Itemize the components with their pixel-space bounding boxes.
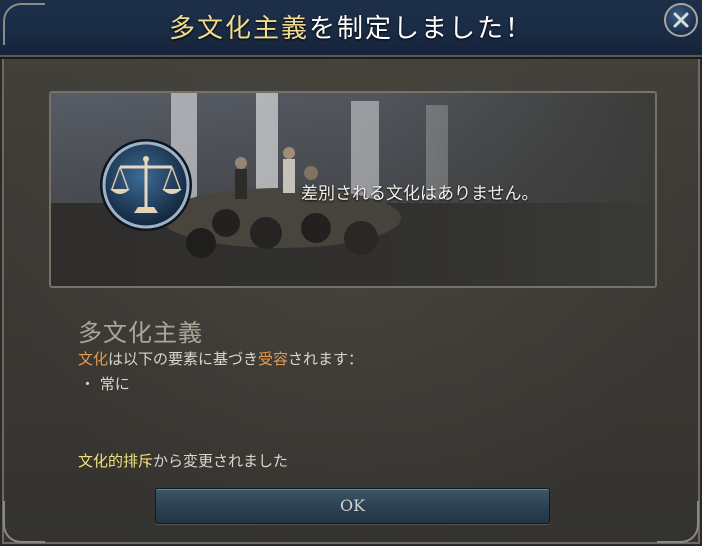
description-text-end: されます： [288, 350, 364, 368]
description-text: は以下の要素に基づき [108, 350, 259, 368]
policy-emblem [98, 137, 194, 233]
frame-corner-ornament [657, 501, 699, 543]
ok-button[interactable]: OK [155, 488, 550, 524]
title-highlight: 多文化主義 [168, 14, 309, 44]
scales-icon [100, 139, 192, 231]
title-rest: を制定しました！ [309, 14, 534, 44]
picture-caption: 差別される文化はありません。 [301, 184, 539, 204]
change-notice: 文化的排斥から変更されました [78, 450, 288, 471]
culture-term: 文化 [78, 350, 109, 368]
close-button[interactable] [664, 3, 698, 37]
policy-name: 多文化主義 [78, 319, 203, 347]
close-icon [673, 12, 689, 28]
dialog-title: 多文化主義を制定しました！ [0, 8, 702, 45]
frame-corner-ornament [3, 3, 45, 45]
acceptance-term: 受容 [258, 350, 289, 368]
decision-dialog: 多文化主義を制定しました！ 差別される文化はありません。 多文化主義 文化は以下… [0, 0, 702, 546]
policy-description: 文化は以下の要素に基づき受容されます： [78, 348, 363, 369]
condition-bullet: ・ 常に [80, 375, 130, 393]
frame-corner-ornament [3, 501, 45, 543]
title-bar: 多文化主義を制定しました！ [0, 0, 702, 57]
previous-policy: 文化的排斥 [78, 452, 154, 470]
change-suffix: から変更されました [153, 452, 289, 470]
